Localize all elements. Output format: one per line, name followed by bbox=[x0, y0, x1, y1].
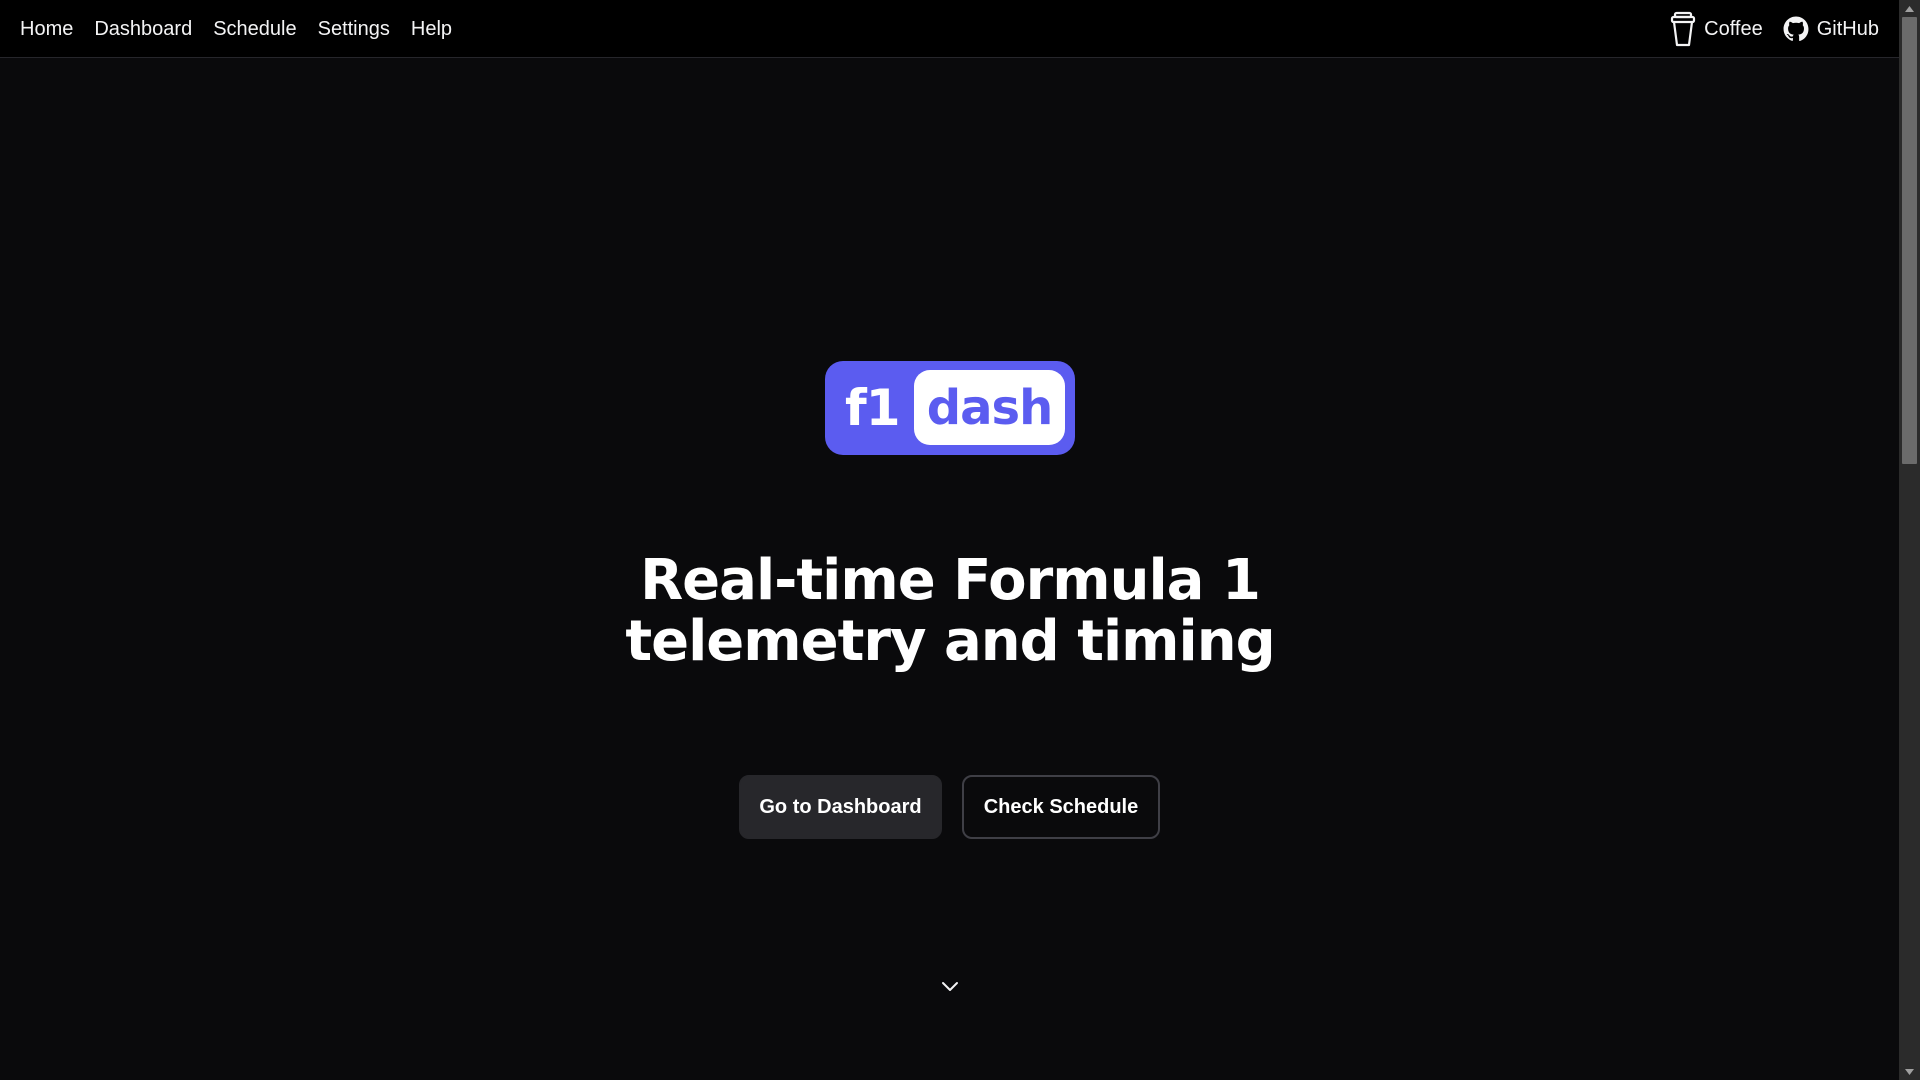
coffee-link[interactable]: Coffee bbox=[1670, 11, 1763, 47]
nav-link-help[interactable]: Help bbox=[411, 19, 452, 39]
nav-link-settings[interactable]: Settings bbox=[318, 19, 390, 39]
browser-viewport: Home Dashboard Schedule Settings Help Co… bbox=[0, 0, 1920, 1080]
scroll-up-arrow-icon[interactable] bbox=[1899, 0, 1920, 17]
headline-line-1: Real-time Formula 1 bbox=[640, 548, 1261, 613]
logo-dash-text: dash bbox=[926, 379, 1053, 436]
hero-section: f1 dash Real-time Formula 1 telemetry an… bbox=[0, 58, 1899, 1080]
page-scrollbar[interactable] bbox=[1899, 0, 1920, 1080]
nav-link-schedule[interactable]: Schedule bbox=[213, 19, 296, 39]
nav-links: Home Dashboard Schedule Settings Help bbox=[20, 0, 473, 58]
top-navbar: Home Dashboard Schedule Settings Help Co… bbox=[0, 0, 1899, 58]
coffee-link-label: Coffee bbox=[1704, 17, 1763, 40]
github-link[interactable]: GitHub bbox=[1783, 16, 1879, 42]
hero-buttons: Go to Dashboard Check Schedule bbox=[739, 775, 1160, 839]
nav-link-home[interactable]: Home bbox=[20, 19, 73, 39]
coffee-cup-icon bbox=[1670, 11, 1696, 47]
hero-headline: Real-time Formula 1 telemetry and timing bbox=[450, 550, 1450, 672]
go-to-dashboard-button[interactable]: Go to Dashboard bbox=[739, 775, 942, 839]
scroll-down-arrow-icon[interactable] bbox=[1899, 1063, 1920, 1080]
logo-f1-text: f1 bbox=[845, 379, 901, 437]
logo-dash-box: dash bbox=[914, 370, 1065, 445]
f1-dash-logo: f1 dash bbox=[825, 361, 1075, 455]
check-schedule-button[interactable]: Check Schedule bbox=[962, 775, 1160, 839]
landing-page: Home Dashboard Schedule Settings Help Co… bbox=[0, 0, 1899, 1080]
chevron-down-icon[interactable] bbox=[940, 976, 960, 996]
scrollbar-thumb[interactable] bbox=[1902, 17, 1917, 464]
github-icon bbox=[1783, 16, 1809, 42]
github-link-label: GitHub bbox=[1816, 17, 1879, 40]
nav-external-links: Coffee GitHub bbox=[1650, 0, 1879, 58]
headline-line-2: telemetry and timing bbox=[625, 609, 1275, 674]
nav-link-dashboard[interactable]: Dashboard bbox=[94, 19, 192, 39]
